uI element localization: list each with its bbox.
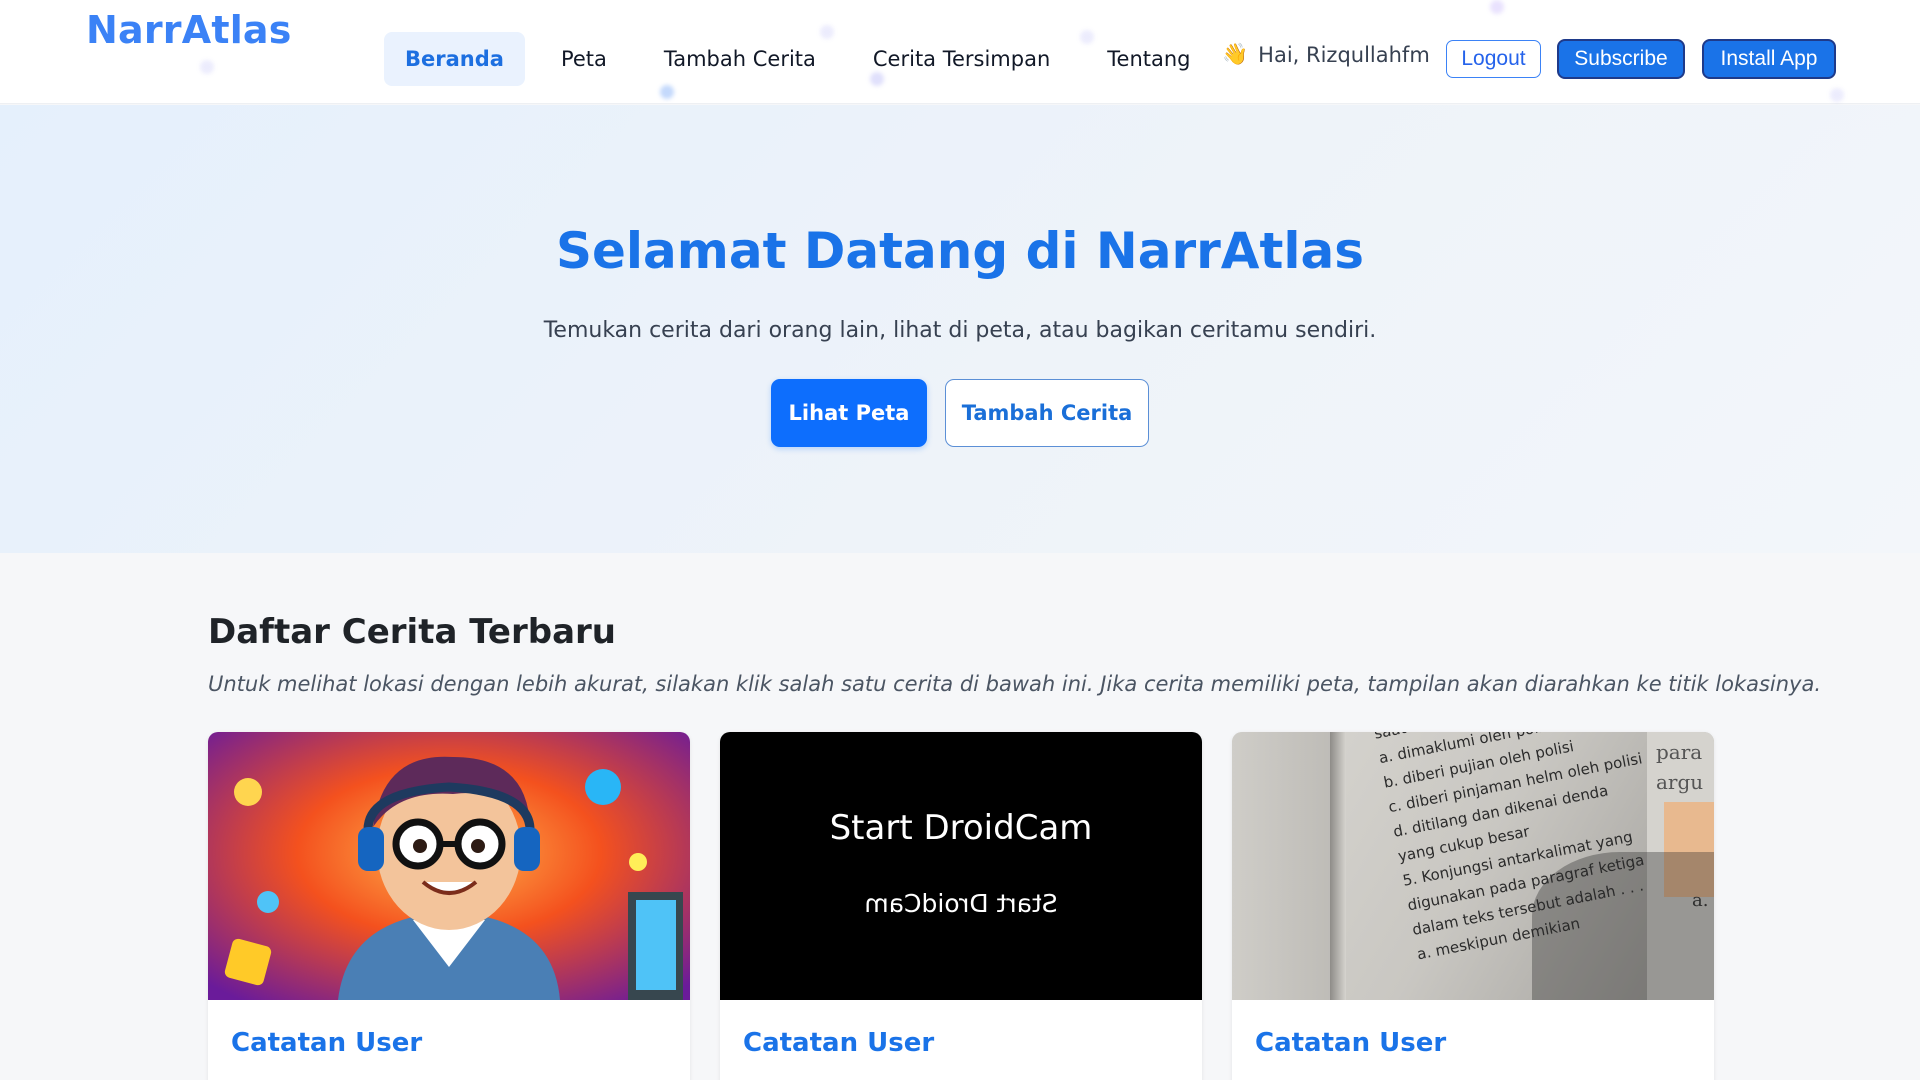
app-logo[interactable]: NarrAtlas [86,8,292,52]
textbook-margin-text: argu [1656,770,1704,794]
story-card-title[interactable]: Catatan User [1255,1028,1446,1058]
story-image-cartoon-avatar [208,732,690,1000]
subscribe-button[interactable]: Subscribe [1557,39,1685,79]
greeting-text: Hai, Rizqullahfm [1258,42,1430,67]
install-app-button[interactable]: Install App [1702,39,1836,79]
hero-title: Selamat Datang di NarrAtlas [555,222,1365,280]
main-nav: Beranda Peta Tambah Cerita Cerita Tersim… [384,32,1227,86]
add-story-button[interactable]: Tambah Cerita [945,379,1149,447]
hero-section: Selamat Datang di NarrAtlas Temukan ceri… [0,105,1920,553]
top-navbar: NarrAtlas Beranda Peta Tambah Cerita Cer… [0,0,1920,104]
nav-item-tambah-cerita[interactable]: Tambah Cerita [643,32,837,86]
textbook-margin-text: para [1656,740,1703,764]
view-map-button[interactable]: Lihat Peta [771,379,927,447]
stories-note: Untuk melihat lokasi dengan lebih akurat… [208,672,1822,696]
waving-hand-icon: 👋 [1222,42,1249,66]
story-card-title[interactable]: Catatan User [231,1028,422,1058]
hero-subtitle: Temukan cerita dari orang lain, lihat di… [543,318,1377,343]
droidcam-text: Start DroidCam [829,808,1093,848]
nav-item-tentang[interactable]: Tentang [1086,32,1211,86]
nav-item-peta[interactable]: Peta [540,32,628,86]
story-image-droidcam: Start DroidCam Start DroidCam [720,732,1202,1000]
story-image-textbook: saat berkendara a. dimaklumi oleh polisi… [1232,732,1714,1000]
stories-section-title: Daftar Cerita Terbaru [208,612,616,652]
logout-button[interactable]: Logout [1446,40,1541,78]
story-card-title[interactable]: Catatan User [743,1028,934,1058]
user-greeting: 👋 Hai, Rizqullahfm [1222,42,1430,67]
story-card[interactable]: Catatan User [208,732,690,1080]
droidcam-text-mirrored: Start DroidCam [864,889,1058,918]
nav-item-beranda[interactable]: Beranda [384,32,525,86]
story-card[interactable]: saat berkendara a. dimaklumi oleh polisi… [1232,732,1714,1080]
story-card[interactable]: Start DroidCam Start DroidCam Catatan Us… [720,732,1202,1080]
nav-item-cerita-tersimpan[interactable]: Cerita Tersimpan [852,32,1071,86]
